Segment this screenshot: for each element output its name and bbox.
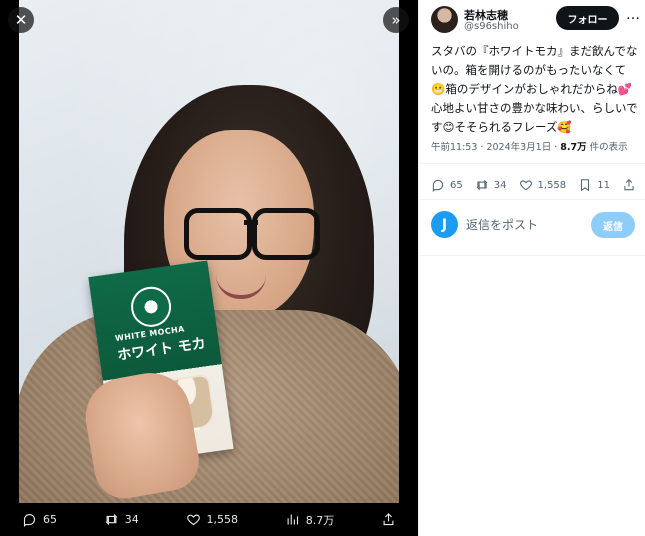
more-options-button[interactable]: … [624,7,642,27]
heart-icon [186,514,200,526]
media-repost-count: 34 [124,513,139,526]
more-options-icon: … [626,7,640,23]
post-actions: 65 34 1,558 11 [431,174,636,196]
reply-button[interactable]: 65 [431,178,463,192]
share-icon [383,513,394,526]
reply-input[interactable]: 返信をポスト [466,216,538,233]
meta-separator-2: · [551,142,561,153]
repost-icon [476,179,488,191]
bookmark-count: 11 [597,179,610,191]
media-actions-bar: 65 34 1,558 8.7万 [0,503,418,536]
repost-count: 34 [493,179,507,191]
media-reply-count: 65 [43,513,57,526]
media-like-button[interactable]: 1,558 [186,512,239,527]
chevron-double-right-icon: » [391,11,401,29]
media-views-button[interactable]: 8.7万 [285,512,335,528]
reply-composer: J 返信をポスト 返信 [419,200,645,255]
post-header: 若林志穂 @s96shiho フォロー … [419,0,645,40]
close-button[interactable]: ✕ [8,7,34,33]
views-chart-icon [287,514,298,525]
repost-button[interactable]: 34 [475,178,507,192]
share-button[interactable] [622,178,636,192]
photo-glasses-left [184,208,252,260]
media-reply-button[interactable]: 65 [22,512,57,527]
post-time[interactable]: 午前11:53 [431,142,477,153]
close-icon: ✕ [14,11,28,29]
current-user-avatar: J [431,211,458,238]
photo-glasses-bridge [244,220,258,225]
reply-icon [432,179,444,192]
user-avatar[interactable] [431,6,458,33]
user-handle[interactable]: @s96shiho [464,21,519,32]
media-share-button[interactable] [381,512,396,527]
views-suffix: 件の表示 [586,142,628,153]
follow-button[interactable]: フォロー [556,6,619,30]
bookmark-icon [581,179,590,192]
expand-panel-button[interactable]: » [383,7,409,33]
post-media-viewer: WHITE MOCHA ホワイト モカ ✕ » 65 34 1,558 8.7万… [0,0,645,536]
bookmark-button[interactable]: 11 [578,178,610,192]
repost-icon [105,513,118,526]
views-value: 8.7万 [560,142,587,153]
reply-submit-button[interactable]: 返信 [591,212,635,238]
divider-top [419,163,645,164]
post-text: スタバの『ホワイトモカ』まだ飲んでないの。箱を開けるのがもったいなくて😬箱のデザ… [431,44,638,134]
divider-bottom [419,255,645,256]
share-icon [624,179,634,191]
like-count: 1,558 [537,179,567,191]
post-date[interactable]: 2024年3月1日 [486,142,551,153]
media-viewer: WHITE MOCHA ホワイト モカ ✕ » 65 34 1,558 8.7万 [0,0,418,536]
photo-glasses-right [252,208,320,260]
post-photo[interactable]: WHITE MOCHA ホワイト モカ [19,0,399,503]
media-like-count: 1,558 [206,513,239,526]
media-repost-button[interactable]: 34 [104,512,139,527]
post-detail-panel: 若林志穂 @s96shiho フォロー … スタバの『ホワイトモカ』まだ飲んでな… [418,0,645,536]
media-views-count: 8.7万 [305,513,335,527]
heart-icon [519,180,532,191]
like-button[interactable]: 1,558 [519,178,567,192]
reply-count: 65 [450,179,463,191]
reply-icon [23,513,36,527]
post-meta: 午前11:53 · 2024年3月1日 · 8.7万 件の表示 [431,139,641,153]
